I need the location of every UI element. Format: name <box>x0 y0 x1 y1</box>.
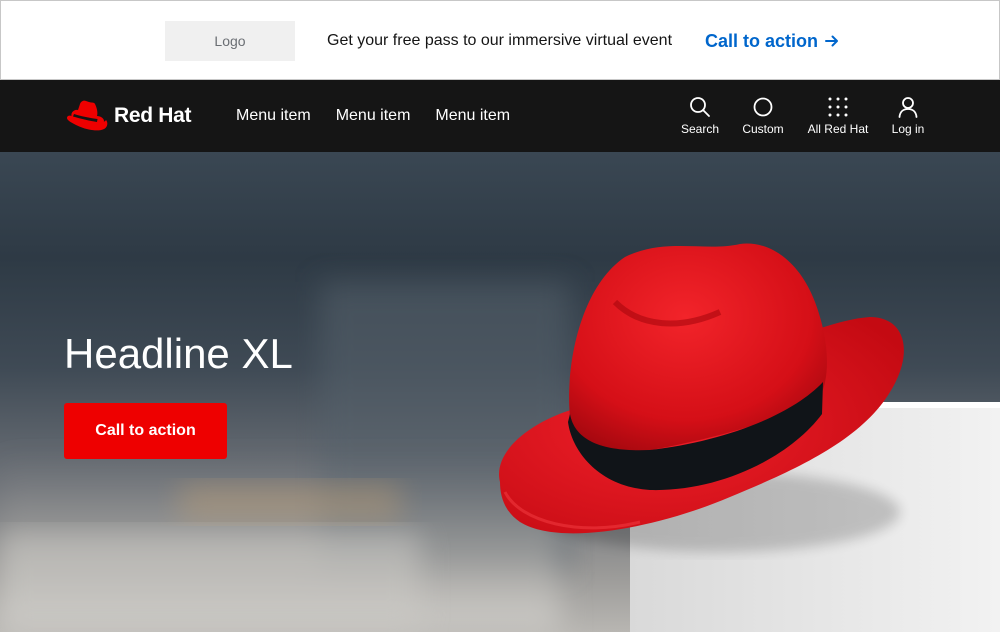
promo-banner: Logo Get your free pass to our immersive… <box>0 0 1000 80</box>
all-red-hat-button[interactable]: All Red Hat <box>806 96 870 136</box>
search-label: Search <box>680 122 720 136</box>
search-icon <box>690 97 710 117</box>
brand-name: Red Hat <box>114 104 192 127</box>
all-red-hat-label: All Red Hat <box>807 122 869 136</box>
user-icon <box>898 97 918 118</box>
red-fedora-hat-image <box>0 243 1000 632</box>
menu-item-1[interactable]: Menu item <box>236 106 311 126</box>
grid-icon <box>828 97 848 117</box>
promo-logo-placeholder: Logo <box>165 21 295 61</box>
promo-cta-label: Call to action <box>705 30 819 51</box>
arrow-right-icon <box>825 35 839 47</box>
menu-item-2[interactable]: Menu item <box>336 106 411 126</box>
red-hat-logo-link[interactable]: Red Hat <box>64 98 192 134</box>
primary-menu: Menu item Menu item Menu item <box>236 106 510 126</box>
main-navigation: Red Hat Menu item Menu item Menu item Se… <box>0 80 1000 152</box>
circle-icon <box>753 97 773 117</box>
menu-item-3[interactable]: Menu item <box>435 106 510 126</box>
hero-cta-button[interactable]: Call to action <box>64 403 227 459</box>
hero-section: Headline XL Call to action <box>0 152 1000 632</box>
hero-headline: Headline XL <box>64 330 293 377</box>
custom-label: Custom <box>742 122 784 136</box>
promo-message: Get your free pass to our immersive virt… <box>327 32 673 49</box>
search-button[interactable]: Search <box>681 96 719 136</box>
promo-cta-link[interactable]: Call to action <box>705 29 840 53</box>
red-hat-logo-icon <box>67 100 108 131</box>
custom-button[interactable]: Custom <box>740 96 786 136</box>
log-in-button[interactable]: Log in <box>890 96 926 136</box>
log-in-label: Log in <box>891 122 925 136</box>
